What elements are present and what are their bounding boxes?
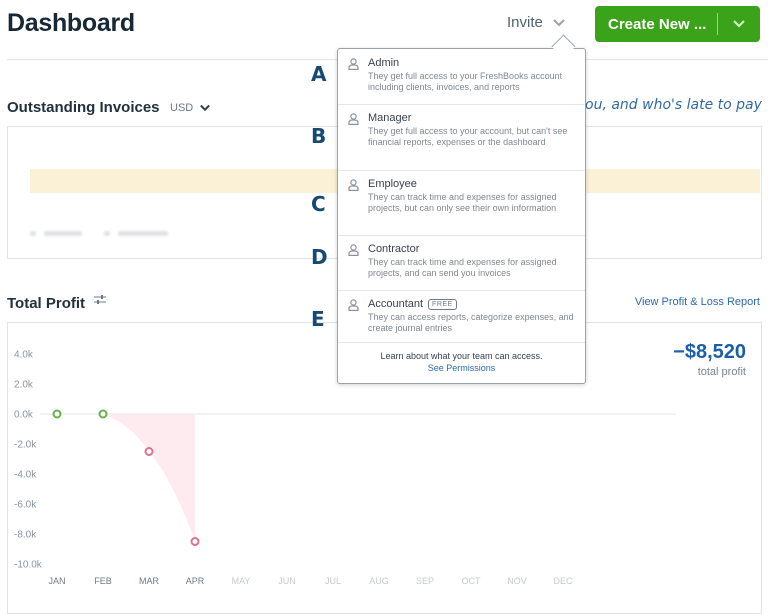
annotation-letter-a: A: [311, 62, 327, 86]
x-tick-label: JUL: [325, 576, 341, 586]
person-icon: [348, 58, 359, 70]
data-point-apr[interactable]: [190, 537, 200, 546]
chevron-down-icon: [733, 20, 745, 28]
role-name: Manager: [368, 112, 412, 124]
page-title: Dashboard: [7, 9, 135, 37]
person-icon: [348, 113, 359, 125]
x-tick-label: MAR: [139, 576, 160, 586]
legend-swatch: [104, 231, 110, 236]
currency-select[interactable]: USD: [170, 102, 211, 114]
role-item-employee[interactable]: Employee They can track time and expenses…: [338, 170, 585, 236]
role-description: They can track time and expenses for ass…: [368, 192, 557, 213]
y-tick-label: -6.0k: [14, 500, 37, 511]
data-point-jan[interactable]: [52, 409, 62, 419]
annotation-letter-d: D: [311, 245, 328, 269]
x-tick-label: JUN: [278, 576, 296, 586]
role-name-row: Accountant FREE: [368, 298, 457, 310]
see-permissions-link[interactable]: See Permissions: [338, 363, 585, 373]
invite-role-menu: Admin They get full access to your FreshB…: [337, 48, 586, 384]
annotation-letter-e: E: [311, 307, 325, 331]
role-name: Admin: [368, 57, 400, 69]
role-name: Employee: [368, 178, 417, 190]
total-profit-title: Total Profit: [7, 295, 86, 312]
role-name-row: Manager: [368, 112, 411, 124]
x-tick-label: FEB: [94, 576, 112, 586]
annotation-text: ou, and who's late to pay: [585, 97, 762, 113]
role-description: They can access reports, categorize expe…: [368, 312, 574, 333]
create-new-button[interactable]: Create New ...: [595, 6, 760, 42]
annotation-letter-b: B: [311, 124, 327, 148]
create-new-label: Create New ...: [608, 15, 707, 33]
y-tick-label: -8.0k: [14, 530, 37, 541]
person-icon: [348, 244, 359, 256]
x-tick-label: APR: [186, 576, 205, 586]
permissions-help-text: Learn about what your team can access.: [380, 351, 543, 361]
role-name-row: Contractor: [368, 243, 419, 255]
chevron-down-icon: [553, 18, 565, 26]
role-name: Contractor: [368, 243, 420, 255]
x-tick-label: OCT: [462, 576, 482, 586]
role-item-contractor[interactable]: Contractor They can track time and expens…: [338, 235, 585, 291]
x-tick-label: NOV: [507, 576, 527, 586]
x-tick-label: DEC: [553, 576, 573, 586]
data-point-feb[interactable]: [98, 409, 108, 419]
x-tick-label: SEP: [416, 576, 434, 586]
role-name: Accountant: [368, 298, 424, 310]
person-icon: [348, 179, 359, 191]
invite-label: Invite: [507, 14, 543, 31]
role-description: They get full access to your FreshBooks …: [368, 71, 563, 92]
x-tick-label: AUG: [369, 576, 389, 586]
role-description: They can track time and expenses for ass…: [368, 257, 557, 278]
role-name-row: Admin: [368, 57, 399, 69]
x-tick-label: JAN: [48, 576, 65, 586]
y-tick-label: 2.0k: [14, 380, 34, 391]
free-badge: FREE: [428, 298, 457, 310]
x-tick-label: MAY: [232, 576, 251, 586]
currency-value: USD: [170, 102, 194, 114]
y-tick-label: -2.0k: [14, 440, 37, 451]
role-item-admin[interactable]: Admin They get full access to your FreshB…: [338, 49, 585, 105]
y-tick-label: -4.0k: [14, 470, 37, 481]
y-tick-label: -10.0k: [14, 560, 43, 571]
role-item-manager[interactable]: Manager They get full access to your acco…: [338, 104, 585, 171]
role-description: They get full access to your account, bu…: [368, 126, 568, 147]
y-tick-label: 4.0k: [14, 350, 34, 361]
person-icon: [348, 299, 359, 311]
role-name-row: Employee: [368, 178, 417, 190]
y-tick-label: 0.0k: [14, 410, 34, 421]
legend-swatch: [30, 231, 36, 236]
role-item-accountant[interactable]: Accountant FREE They can access reports, c…: [338, 290, 585, 343]
chevron-down-icon: [200, 104, 211, 112]
invite-button[interactable]: Invite: [507, 14, 565, 31]
sliders-icon[interactable]: [94, 294, 106, 306]
annotation-letter-c: C: [311, 192, 326, 216]
outstanding-invoices-title: Outstanding Invoices: [7, 99, 160, 116]
data-point-mar[interactable]: [144, 447, 154, 456]
negative-profit-area: [103, 414, 195, 542]
profit-loss-report-link[interactable]: View Profit & Loss Report: [635, 296, 760, 308]
legend-label: [44, 231, 82, 236]
create-new-dropdown-toggle[interactable]: [718, 6, 760, 42]
legend-label: [118, 231, 168, 236]
